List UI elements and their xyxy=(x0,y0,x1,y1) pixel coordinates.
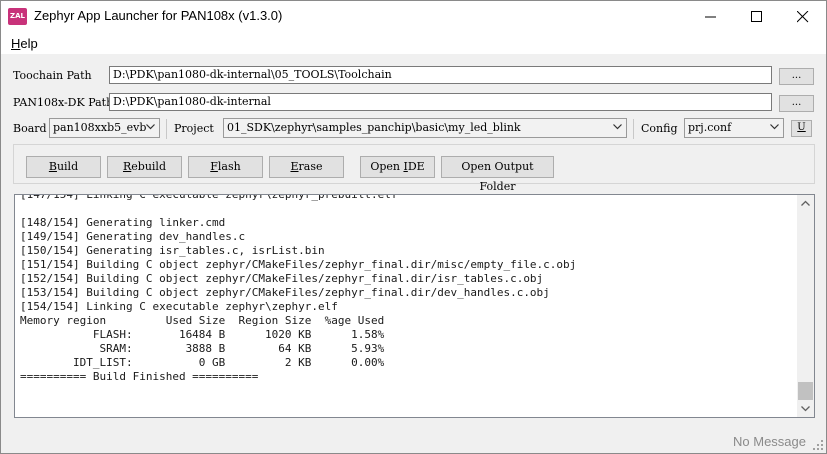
window-title: Zephyr App Launcher for PAN108x (v1.3.0) xyxy=(34,8,283,23)
erase-button[interactable]: Erase xyxy=(269,156,344,178)
config-label: Config xyxy=(641,122,678,135)
rebuild-button[interactable]: Rebuild xyxy=(107,156,182,178)
chevron-down-icon xyxy=(770,124,779,130)
flash-label: lash xyxy=(217,160,241,173)
chevron-down-icon xyxy=(613,124,622,130)
minimize-icon xyxy=(705,16,716,18)
app-window: ZAL Zephyr App Launcher for PAN108x (v1.… xyxy=(0,0,827,454)
dk-browse-button[interactable]: ... xyxy=(779,95,814,112)
project-select-value: 01_SDK\zephyr\samples_panchip\basic\my_l… xyxy=(227,121,521,134)
menu-help[interactable]: Help xyxy=(11,36,38,51)
scroll-down-button[interactable] xyxy=(797,400,814,417)
open-ide-button[interactable]: Open IDE xyxy=(360,156,435,178)
flash-mnemonic: F xyxy=(210,160,218,173)
menu-help-mnemonic: H xyxy=(11,36,21,51)
console-line: [149/154] Generating dev_handles.c xyxy=(20,230,246,243)
console-line: FLASH: 16484 B 1020 KB 1.58% xyxy=(20,328,385,341)
toolchain-path-input[interactable]: D:\PDK\pan1080-dk-internal\05_TOOLS\Tool… xyxy=(109,66,772,84)
config-select[interactable]: prj.conf xyxy=(684,118,784,138)
console-scrollbar[interactable] xyxy=(797,195,814,417)
console-line: [148/154] Generating linker.cmd xyxy=(20,216,226,229)
dk-path-input[interactable]: D:\PDK\pan1080-dk-internal xyxy=(109,93,772,111)
scroll-up-button[interactable] xyxy=(797,195,814,212)
title-bar[interactable]: ZAL Zephyr App Launcher for PAN108x (v1.… xyxy=(1,1,826,32)
close-button[interactable] xyxy=(780,1,826,32)
toolchain-path-label: Toochain Path xyxy=(13,69,92,82)
minimize-button[interactable] xyxy=(688,1,734,32)
project-label: Project xyxy=(174,122,214,135)
maximize-button[interactable] xyxy=(734,1,780,32)
console-line: SRAM: 3888 B 64 KB 5.93% xyxy=(20,342,385,355)
console-line: [154/154] Linking C executable zephyr\ze… xyxy=(20,300,338,313)
menu-bar: Help xyxy=(1,32,826,54)
status-message: No Message xyxy=(733,434,806,449)
board-select[interactable]: pan108xxb5_evb xyxy=(49,118,160,138)
update-button[interactable]: U xyxy=(791,120,812,137)
chevron-down-icon xyxy=(146,124,155,130)
menu-help-label: elp xyxy=(20,36,38,51)
open-ide-prefix: Open xyxy=(370,160,404,173)
chevron-down-icon xyxy=(801,406,810,412)
erase-mnemonic: E xyxy=(290,160,299,173)
build-output-console[interactable]: [147/154] Linking C executable zephyr\ze… xyxy=(14,194,815,418)
separator xyxy=(633,119,634,139)
console-line: IDT_LIST: 0 GB 2 KB 0.00% xyxy=(20,356,385,369)
console-line: [150/154] Generating isr_tables.c, isrLi… xyxy=(20,244,325,257)
project-select[interactable]: 01_SDK\zephyr\samples_panchip\basic\my_l… xyxy=(223,118,627,138)
dk-path-label: PAN108x-DK Path xyxy=(13,96,114,109)
console-line: [151/154] Building C object zephyr/CMake… xyxy=(20,258,577,271)
open-output-folder-button[interactable]: Open Output Folder xyxy=(441,156,554,193)
console-line: Memory region Used Size Region Size %age… xyxy=(20,314,385,327)
config-select-value: prj.conf xyxy=(688,121,732,134)
build-label: uild xyxy=(56,160,79,173)
console-line: [147/154] Linking C executable zephyr\ze… xyxy=(20,194,398,201)
build-mnemonic: B xyxy=(48,160,57,173)
erase-label: rase xyxy=(298,160,323,173)
console-line: [153/154] Building C object zephyr/CMake… xyxy=(20,286,550,299)
console-text: [147/154] Linking C executable zephyr\ze… xyxy=(20,194,577,384)
chevron-up-icon xyxy=(801,200,810,206)
app-logo-icon: ZAL xyxy=(8,8,27,25)
console-line: [152/154] Building C object zephyr/CMake… xyxy=(20,272,544,285)
open-ide-label: DE xyxy=(407,160,425,173)
resize-grip-icon[interactable] xyxy=(813,440,824,451)
rebuild-label: ebuild xyxy=(131,160,166,173)
build-button[interactable]: Build xyxy=(26,156,101,178)
close-icon xyxy=(797,11,809,23)
toolchain-browse-button[interactable]: ... xyxy=(779,68,814,85)
status-bar: No Message xyxy=(1,429,826,453)
maximize-icon xyxy=(751,11,762,22)
console-line: ========== Build Finished ========== xyxy=(20,370,259,383)
flash-button[interactable]: Flash xyxy=(188,156,263,178)
scroll-thumb[interactable] xyxy=(798,382,813,400)
board-label: Board xyxy=(13,122,47,135)
separator xyxy=(166,119,167,139)
board-select-value: pan108xxb5_evb xyxy=(53,121,147,134)
